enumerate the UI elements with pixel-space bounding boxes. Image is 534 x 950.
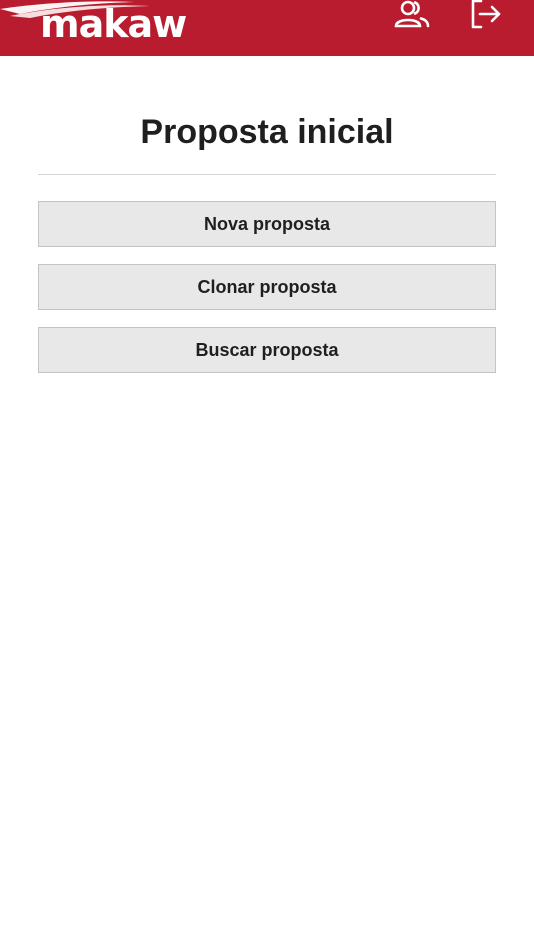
logout-button[interactable] — [468, 0, 504, 30]
title-divider — [38, 174, 496, 175]
search-proposal-button[interactable]: Buscar proposta — [38, 327, 496, 373]
new-proposal-button[interactable]: Nova proposta — [38, 201, 496, 247]
app-header: makaw — [0, 0, 534, 56]
makaw-logo[interactable]: makaw — [0, 0, 200, 56]
page-title: Proposta inicial — [140, 113, 394, 151]
header-actions — [394, 0, 504, 30]
logout-icon — [471, 0, 501, 29]
clone-proposal-button[interactable]: Clonar proposta — [38, 264, 496, 310]
main-content: Proposta inicial Nova proposta Clonar pr… — [0, 110, 534, 373]
brand-name: makaw — [40, 2, 187, 46]
user-group-icon — [394, 0, 430, 28]
user-button[interactable] — [394, 0, 430, 30]
